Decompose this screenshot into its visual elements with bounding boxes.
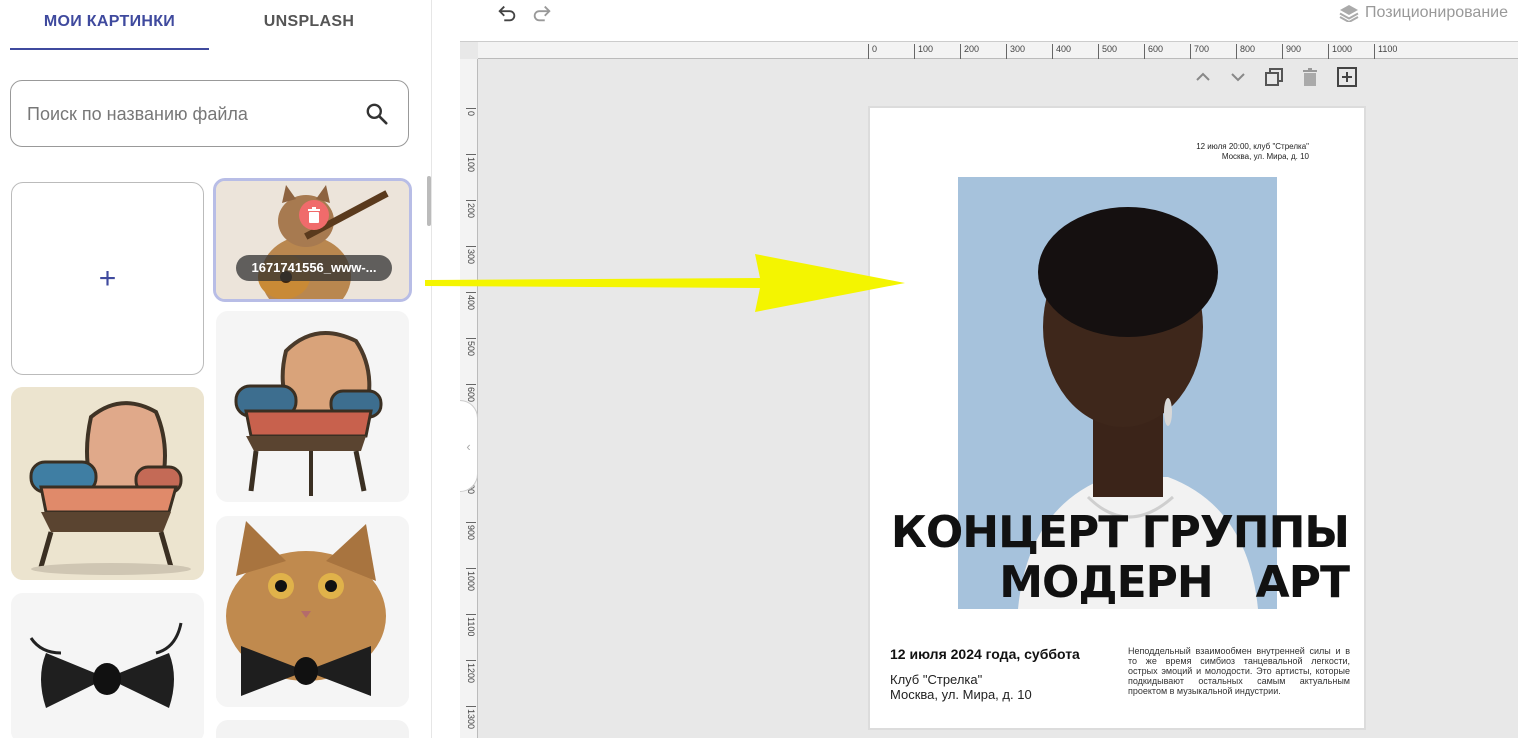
ruler-tick: 200 bbox=[960, 44, 979, 59]
trash-icon bbox=[1303, 68, 1317, 86]
image-tile-armchair[interactable] bbox=[216, 311, 409, 502]
ruler-tick: 200 bbox=[466, 200, 476, 219]
ruler-tick: 400 bbox=[466, 292, 476, 311]
ruler-tick: 0 bbox=[868, 44, 877, 59]
cat-bowtie-image bbox=[216, 516, 409, 707]
panel-gutter bbox=[432, 0, 460, 738]
delete-image-button[interactable] bbox=[299, 200, 329, 230]
page-up-button[interactable] bbox=[1192, 66, 1214, 88]
add-page-icon bbox=[1337, 67, 1357, 87]
ruler-tick: 1000 bbox=[466, 568, 476, 592]
headline-line: КОНЦЕРТ ГРУППЫ bbox=[890, 507, 1350, 558]
ruler-tick: 1300 bbox=[466, 706, 476, 730]
ruler-tick: 900 bbox=[1282, 44, 1301, 59]
ruler-tick: 100 bbox=[466, 154, 476, 173]
ruler-tick: 500 bbox=[466, 338, 476, 357]
add-page-button[interactable] bbox=[1336, 66, 1358, 88]
plus-icon: + bbox=[98, 261, 117, 295]
image-tile-cat-bowtie[interactable] bbox=[216, 516, 409, 707]
ruler-tick: 1200 bbox=[466, 660, 476, 684]
duplicate-page-button[interactable] bbox=[1263, 66, 1285, 88]
page-down-button[interactable] bbox=[1227, 66, 1249, 88]
horizontal-ruler: 0 100 200 300 400 500 600 700 800 900 1000 1100 bbox=[478, 42, 1518, 59]
venue-line: Москва, ул. Мира, д. 10 bbox=[890, 687, 1032, 702]
ruler-tick: 700 bbox=[1190, 44, 1209, 59]
poster-headline[interactable]: КОНЦЕРТ ГРУППЫ МОДЕРН АРТ bbox=[870, 507, 1350, 608]
tab-unsplash[interactable]: UNSPLASH bbox=[215, 0, 403, 50]
chevron-up-icon bbox=[1196, 72, 1210, 81]
add-image-tile[interactable]: + bbox=[11, 182, 204, 375]
poster-description[interactable]: Неподдельный взаимообмен внутренней силы… bbox=[1128, 646, 1350, 696]
duplicate-icon bbox=[1265, 68, 1283, 86]
image-tile-bowtie[interactable] bbox=[11, 593, 204, 738]
search-input[interactable] bbox=[27, 101, 347, 127]
poster-page[interactable]: 12 июля 20:00, клуб "Стрелка" Москва, ул… bbox=[868, 106, 1366, 730]
poster-header-line: 12 июля 20:00, клуб "Стрелка" bbox=[1196, 142, 1309, 151]
image-tile-partial[interactable] bbox=[216, 720, 409, 738]
ruler-tick: 800 bbox=[1236, 44, 1255, 59]
ruler-tick: 900 bbox=[466, 522, 476, 541]
chevron-down-icon bbox=[1231, 73, 1245, 82]
image-tile-armchair-drawing[interactable] bbox=[11, 387, 204, 580]
positioning-button[interactable]: Позиционирование bbox=[1339, 2, 1508, 24]
ruler-tick: 400 bbox=[1052, 44, 1071, 59]
search-box bbox=[10, 80, 409, 147]
armchair-drawing-image bbox=[11, 387, 204, 580]
layers-icon bbox=[1339, 5, 1359, 22]
redo-icon[interactable] bbox=[531, 2, 553, 24]
undo-icon[interactable] bbox=[496, 2, 518, 24]
ruler-tick: 100 bbox=[914, 44, 933, 59]
bowtie-image bbox=[11, 593, 204, 738]
ruler-tick: 600 bbox=[466, 384, 476, 403]
poster-date[interactable]: 12 июля 2024 года, суббота bbox=[890, 646, 1080, 662]
poster-header-text[interactable]: 12 июля 20:00, клуб "Стрелка" Москва, ул… bbox=[1196, 142, 1309, 162]
poster-header-line: Москва, ул. Мира, д. 10 bbox=[1221, 152, 1309, 161]
image-tile-cat-guitar[interactable]: 1671741556_www-... bbox=[213, 178, 412, 302]
ruler-tick: 300 bbox=[466, 246, 476, 265]
scrollbar[interactable] bbox=[427, 176, 431, 226]
image-library-panel: МОИ КАРТИНКИ UNSPLASH + 1671741556_www-.… bbox=[0, 0, 432, 738]
headline-line: МОДЕРН АРТ bbox=[999, 557, 1350, 608]
editor-area: Позиционирование 0 100 200 300 400 500 600 700 8… bbox=[460, 0, 1518, 738]
toolbar: Позиционирование bbox=[460, 0, 1518, 42]
positioning-label: Позиционирование bbox=[1365, 4, 1508, 21]
tab-my-images[interactable]: МОИ КАРТИНКИ bbox=[10, 0, 209, 50]
poster-venue[interactable]: Клуб "Стрелка" Москва, ул. Мира, д. 10 bbox=[890, 672, 1032, 702]
search-icon[interactable] bbox=[364, 101, 390, 127]
collapse-panel-button[interactable]: ‹ bbox=[460, 400, 478, 492]
venue-line: Клуб "Стрелка" bbox=[890, 672, 983, 687]
ruler-tick: 1100 bbox=[1374, 44, 1397, 59]
vertical-ruler: 0100200300400500600700800900100011001200… bbox=[460, 59, 478, 738]
ruler-tick: 600 bbox=[1144, 44, 1163, 59]
ruler-tick: 0 bbox=[466, 108, 476, 117]
armchair-image bbox=[216, 311, 409, 502]
image-filename-label: 1671741556_www-... bbox=[236, 255, 392, 281]
ruler-tick: 1000 bbox=[1328, 44, 1352, 59]
ruler-tick: 500 bbox=[1098, 44, 1117, 59]
ruler-tick: 1100 bbox=[466, 614, 476, 637]
trash-icon bbox=[308, 207, 320, 223]
chevron-left-icon: ‹ bbox=[466, 438, 471, 454]
delete-page-button[interactable] bbox=[1299, 66, 1321, 88]
ruler-tick: 300 bbox=[1006, 44, 1025, 59]
